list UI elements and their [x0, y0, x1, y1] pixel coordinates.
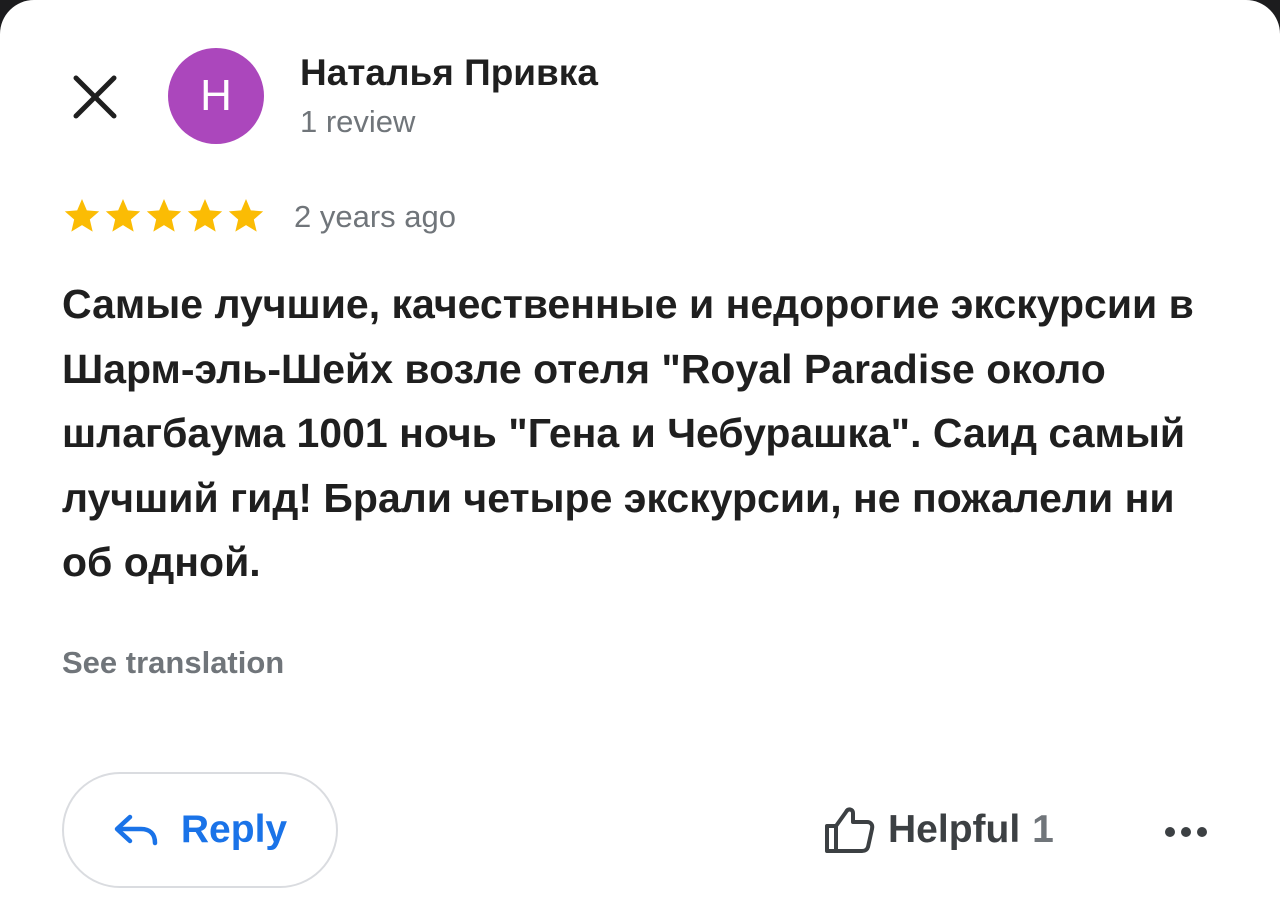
avatar[interactable]: Н [168, 48, 264, 144]
close-icon [73, 75, 117, 119]
star-rating [62, 196, 266, 236]
helpful-label: Helpful [888, 808, 1021, 851]
star-icon [146, 199, 182, 232]
star-icon [228, 199, 264, 232]
helpful-count: 1 [1032, 808, 1054, 851]
close-button[interactable] [70, 72, 120, 122]
review-text: Самые лучшие, качественные и недорогие э… [62, 281, 1194, 585]
more-horizontal-icon [1165, 827, 1207, 837]
reply-label: Reply [180, 808, 288, 851]
star-icon [64, 199, 100, 232]
helpful-button[interactable]: Helpful 1 [822, 800, 1054, 860]
author-review-count: 1 review [300, 104, 416, 139]
star-icon [187, 199, 223, 232]
review-sheet: Н Наталья Привка 1 review 2 years ago Са… [0, 0, 1280, 921]
star-icon [105, 199, 141, 232]
more-options-button[interactable] [1160, 812, 1212, 852]
reply-arrow-icon [114, 814, 158, 846]
thumb-up-icon [825, 807, 875, 853]
see-translation-link[interactable]: See translation [62, 645, 284, 681]
review-time: 2 years ago [294, 199, 456, 234]
author-name[interactable]: Наталья Привка [300, 52, 598, 94]
reply-button[interactable]: Reply [62, 772, 338, 888]
